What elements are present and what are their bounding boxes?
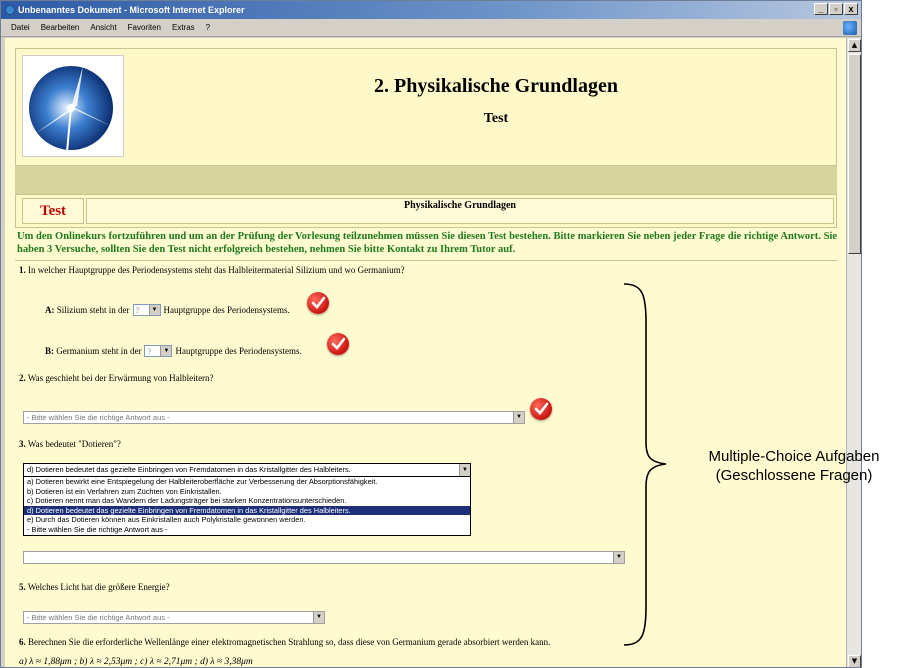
question-1a-label: A: [45, 305, 55, 315]
question-2-text: Was geschieht bei der Erwärmung von Halb… [27, 373, 214, 383]
minimize-button[interactable]: _ [814, 3, 828, 15]
chevron-down-icon: ▼ [148, 305, 160, 315]
scroll-down-icon[interactable]: ▼ [848, 655, 861, 667]
menu-datei[interactable]: Datei [11, 23, 30, 32]
chevron-down-icon: ▼ [513, 412, 524, 423]
question-3-dropdown[interactable]: d) Dotieren bedeutet das gezielte Einbri… [23, 463, 471, 536]
vertical-scrollbar[interactable]: ▲ ▼ [846, 38, 861, 667]
question-1b-label: B: [45, 346, 54, 356]
menu-ansicht[interactable]: Ansicht [90, 23, 116, 32]
scroll-up-icon[interactable]: ▲ [848, 39, 861, 52]
menu-extras[interactable]: Extras [172, 23, 195, 32]
intro-text: Um den Onlinekurs fortzuführen und um an… [17, 231, 837, 255]
wind-turbine-logo-icon [29, 66, 113, 153]
page-header: 2. Physikalische Grundlagen Test [15, 48, 837, 166]
question-3-number: 3. [19, 439, 26, 449]
window-title: Unbenanntes Dokument - Microsoft Interne… [18, 5, 245, 15]
question-3-selected[interactable]: d) Dotieren bedeutet das gezielte Einbri… [24, 464, 470, 477]
question-1: 1. In welcher Hauptgruppe des Periodensy… [19, 265, 405, 275]
annotation-line-1: Multiple-Choice Aufgaben [708, 448, 880, 465]
question-2-number: 2. [19, 373, 26, 383]
hauptgruppe-silizium-select[interactable]: ? ▼ [132, 304, 161, 316]
section-heading: Physikalische Grundlagen [86, 198, 834, 224]
maximize-button[interactable]: ▫ [829, 3, 843, 15]
hauptgruppe-germanium-value: ? [147, 346, 152, 356]
chevron-down-icon: ▼ [459, 464, 470, 476]
question-3-selected-text: d) Dotieren bedeutet das gezielte Einbri… [27, 465, 351, 474]
question-1b-before: Germanium steht in der [56, 346, 142, 356]
question-5-text: Welches Licht hat die größere Energie? [27, 582, 170, 592]
section-tabs: Test Physikalische Grundlagen [15, 194, 837, 228]
annotation-line-2: (Geschlossene Fragen) [715, 467, 873, 484]
close-button[interactable]: x [844, 3, 858, 15]
page-content: 2. Physikalische Grundlagen Test Test Ph… [5, 38, 846, 667]
question-3-text: Was bedeutet "Dotieren"? [27, 439, 121, 449]
windows-logo-icon [843, 21, 857, 35]
question-1b: B: Germanium steht in der ? ▼ Hauptgruppe… [45, 345, 302, 357]
chevron-down-icon: ▼ [160, 346, 172, 356]
dropdown-option-e[interactable]: e) Durch das Dotieren können aus Einkris… [24, 515, 470, 525]
tab-test[interactable]: Test [22, 198, 84, 224]
question-6-text: Berechnen Sie die erforderliche Wellenlä… [28, 637, 551, 647]
menu-help[interactable]: ? [206, 23, 210, 32]
checkmark-icon [307, 292, 329, 314]
dropdown-option-placeholder[interactable]: - Bitte wählen Sie die richtige Antwort … [24, 525, 470, 535]
question-2-select[interactable]: - Bitte wählen Sie die richtige Antwort … [23, 411, 525, 424]
checkmark-icon [327, 333, 349, 355]
menu-bearbeiten[interactable]: Bearbeiten [41, 23, 80, 32]
hauptgruppe-germanium-select[interactable]: ? ▼ [144, 345, 173, 357]
scrollbar-thumb[interactable] [848, 54, 861, 254]
question-5: 5. Welches Licht hat die größere Energie… [19, 582, 170, 592]
question-6-answers: a) λ ≈ 1,88μm ; b) λ ≈ 2,53μm ; c) λ ≈ 2… [19, 657, 253, 667]
page-subtitle: Test [483, 111, 509, 126]
question-6-number: 6. [19, 637, 26, 647]
menu-favoriten[interactable]: Favoriten [128, 23, 161, 32]
course-logo [22, 55, 124, 157]
question-1-text: In welcher Hauptgruppe des Periodensyste… [28, 265, 405, 275]
chevron-down-icon: ▼ [313, 612, 324, 623]
question-1a-before: Silizium steht in der [56, 305, 130, 315]
question-4-select[interactable]: ▼ [23, 551, 625, 564]
curly-brace-icon [623, 283, 667, 646]
question-1b-after: Hauptgruppe des Periodensystems. [175, 346, 302, 356]
dropdown-option-b[interactable]: b) Dotieren ist ein Verfahren zum Züchte… [24, 487, 470, 497]
question-6: 6. Berechnen Sie die erforderliche Welle… [19, 637, 550, 647]
question-2-select-value: - Bitte wählen Sie die richtige Antwort … [27, 413, 170, 422]
question-5-select-value: - Bitte wählen Sie die richtige Antwort … [27, 613, 170, 622]
title-bar: Unbenanntes Dokument - Microsoft Interne… [1, 1, 861, 19]
question-1a: A: Silizium steht in der ? ▼ Hauptgruppe … [45, 304, 290, 316]
question-5-select[interactable]: - Bitte wählen Sie die richtige Antwort … [23, 611, 325, 624]
question-1a-after: Hauptgruppe des Periodensystems. [163, 305, 290, 315]
page-title: 2. Physikalische Grundlagen [374, 75, 618, 97]
menu-bar: Datei Bearbeiten Ansicht Favoriten Extra… [1, 19, 861, 37]
question-1-number: 1. [19, 265, 26, 275]
question-5-number: 5. [19, 582, 26, 592]
internet-explorer-icon [5, 5, 15, 15]
question-3: 3. Was bedeutet "Dotieren"? [19, 439, 121, 449]
header-band [15, 166, 837, 194]
checkmark-icon [530, 398, 552, 420]
dropdown-option-c[interactable]: c) Dotieren nennt man das Wandern der La… [24, 496, 470, 506]
hauptgruppe-silizium-value: ? [135, 305, 140, 315]
question-2: 2. Was geschieht bei der Erwärmung von H… [19, 373, 214, 383]
browser-window: Unbenanntes Dokument - Microsoft Interne… [0, 0, 862, 668]
dropdown-option-a[interactable]: a) Dotieren bewirkt eine Entspiegelung d… [24, 477, 470, 487]
annotation-label: Multiple-Choice Aufgaben (Geschlossene F… [672, 447, 916, 485]
dropdown-option-d[interactable]: d) Dotieren bedeutet das gezielte Einbri… [24, 505, 470, 516]
